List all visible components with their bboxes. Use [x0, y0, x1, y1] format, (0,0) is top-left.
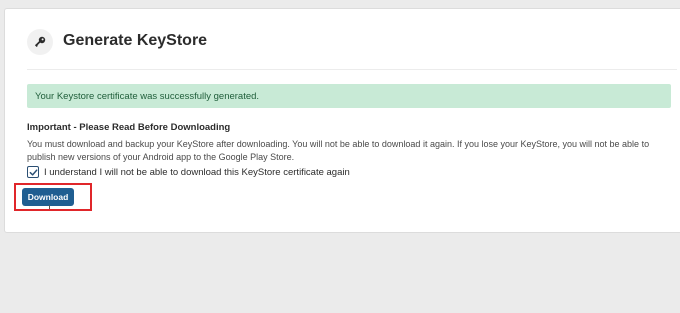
generate-keystore-card: Generate KeyStore Your Keystore certific…	[4, 8, 680, 233]
card-header: Generate KeyStore	[5, 9, 680, 69]
important-heading: Important - Please Read Before Downloadi…	[27, 122, 231, 133]
download-button[interactable]: Download	[22, 188, 74, 206]
success-alert: Your Keystore certificate was successful…	[27, 84, 671, 108]
confirm-row[interactable]: I understand I will not be able to downl…	[27, 166, 350, 178]
cursor-icon	[49, 205, 50, 209]
key-icon	[27, 29, 53, 55]
confirm-checkbox[interactable]	[27, 166, 39, 178]
check-icon	[29, 168, 37, 176]
page-title: Generate KeyStore	[63, 32, 208, 49]
header-divider	[27, 69, 677, 70]
confirm-label: I understand I will not be able to downl…	[44, 166, 350, 178]
notice-body: You must download and backup your KeySto…	[27, 139, 650, 162]
